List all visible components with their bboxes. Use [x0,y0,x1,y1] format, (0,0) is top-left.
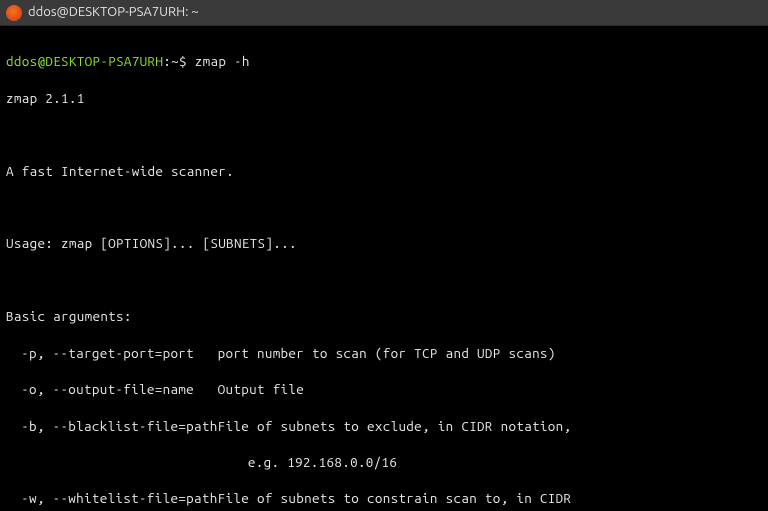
arg-desc: File of subnets to exclude, in CIDR nota… [218,417,572,435]
prompt-user: ddos [6,53,37,69]
ubuntu-icon [6,5,22,21]
blank-line [6,271,762,289]
arg-row: -p, --target-port=portport number to sca… [6,344,762,362]
arg-flag: -w, --whitelist-file=path [6,489,218,507]
arg-row: -b, --blacklist-file=pathFile of subnets… [6,417,762,435]
arg-row: -o, --output-file=nameOutput file [6,380,762,398]
arg-desc: Output file [218,380,304,398]
prompt-colon: : [163,53,171,69]
blank-line [6,125,762,143]
section-basic: Basic arguments: [6,307,762,325]
blank-line [6,198,762,216]
arg-desc: port number to scan (for TCP and UDP sca… [218,344,556,362]
window-titlebar[interactable]: ddos@DESKTOP-PSA7URH: ~ [0,0,768,26]
output-usage: Usage: zmap [OPTIONS]... [SUBNETS]... [6,234,762,252]
arg-flag: -p, --target-port=port [6,344,218,362]
prompt-path: ~ [171,53,179,69]
output-tagline: A fast Internet-wide scanner. [6,162,762,180]
terminal-pane[interactable]: ddos@DESKTOP-PSA7URH:~$ zmap -h zmap 2.1… [0,26,768,511]
prompt-symbol: $ [179,53,187,69]
arg-desc: File of subnets to constrain scan to, in… [218,489,572,507]
output-version: zmap 2.1.1 [6,89,762,107]
arg-desc-cont: e.g. 192.168.0.0/16 [6,453,762,471]
arg-row: -w, --whitelist-file=pathFile of subnets… [6,489,762,507]
prompt-host: DESKTOP-PSA7URH [45,53,163,69]
arg-flag: -b, --blacklist-file=path [6,417,218,435]
arg-flag: -o, --output-file=name [6,380,218,398]
typed-command: zmap -h [195,53,250,69]
prompt-line: ddos@DESKTOP-PSA7URH:~$ zmap -h [6,52,762,70]
window-title: ddos@DESKTOP-PSA7URH: ~ [28,4,199,22]
